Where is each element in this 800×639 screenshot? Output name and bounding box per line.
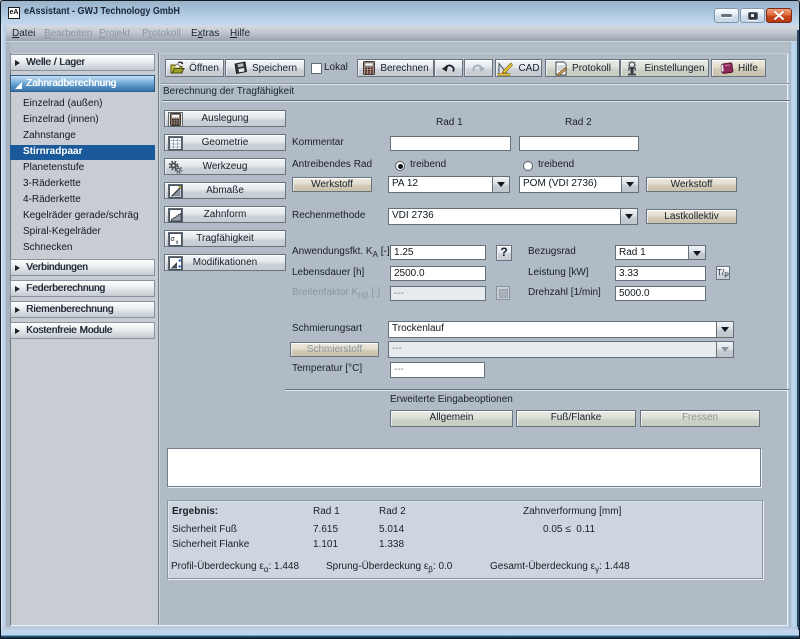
svg-text:x: x xyxy=(176,240,179,246)
